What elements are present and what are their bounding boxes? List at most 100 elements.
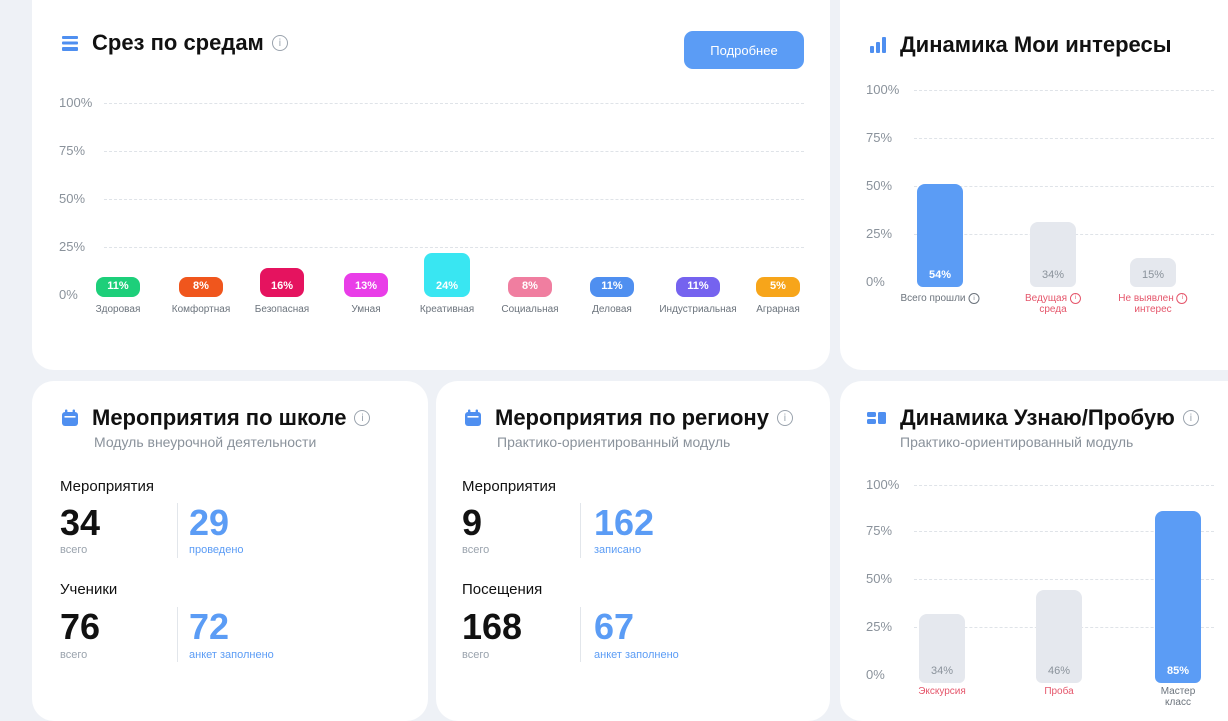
x-tick-label-text-2: среда <box>1039 304 1067 316</box>
sreda-title: Срез по средам i <box>60 30 288 56</box>
info-icon[interactable]: i <box>1070 293 1082 304</box>
interests-title: Динамика Мои интересы <box>868 32 1172 58</box>
x-tick-label-text-2: класс <box>1165 697 1191 708</box>
bar[interactable]: 24% <box>424 253 470 297</box>
y-tick-label: 50% <box>866 178 893 193</box>
y-tick-label: 75% <box>59 143 86 158</box>
x-tick-label-text: Проба <box>1044 686 1074 697</box>
info-icon[interactable]: i <box>271 35 288 51</box>
info-icon[interactable]: i <box>1182 410 1199 426</box>
y-tick-label: 50% <box>866 571 893 586</box>
bar[interactable]: 85% <box>1155 511 1201 683</box>
sreda-title-text: Срез по средам <box>92 30 264 55</box>
bar[interactable]: 15% <box>1130 258 1176 287</box>
school-events-done-cap: проведено <box>189 544 244 556</box>
region-title: Мероприятия по региону i <box>463 405 793 431</box>
bar[interactable]: 8% <box>179 277 223 297</box>
y-tick-label: 25% <box>866 226 893 241</box>
gridline <box>104 103 804 104</box>
info-icon[interactable]: i <box>354 410 371 426</box>
details-button[interactable]: Подробнее <box>684 31 804 69</box>
y-tick-label: 100% <box>866 82 900 97</box>
x-tick-label: Креативная <box>419 304 475 315</box>
bar[interactable]: 11% <box>676 277 720 297</box>
x-tick-label: Всего прошли i <box>901 293 980 304</box>
x-tick-label: Аграрная <box>756 304 800 315</box>
interests-card: Динамика Мои интересы 100% 75% 50% 25% 0% 54%… <box>840 0 1228 370</box>
bar[interactable]: 46% <box>1036 590 1082 683</box>
x-tick-label: Деловая <box>592 304 632 315</box>
x-tick-label: Индустриальная <box>659 304 737 315</box>
region-events-label: Мероприятия <box>462 478 557 495</box>
y-tick-label: 25% <box>866 619 893 634</box>
region-events-total: 9 <box>462 502 483 543</box>
x-tick-label: Проба <box>1044 686 1073 697</box>
bar[interactable]: 13% <box>344 273 388 297</box>
y-tick-label: 100% <box>59 95 93 110</box>
region-title-text: Мероприятия по региону <box>495 405 769 430</box>
gridline <box>914 485 1214 486</box>
x-tick-label-text: Всего прошли <box>900 293 966 305</box>
bar[interactable]: 11% <box>590 277 634 297</box>
learn-card: Динамика Узнаю/Пробую i Практико-ориенти… <box>840 381 1228 721</box>
learn-subtitle: Практико-ориентированный модуль <box>900 434 1134 450</box>
region-events-total-cap: всего <box>462 544 490 556</box>
bar[interactable]: 11% <box>96 277 140 297</box>
x-tick-label: Ведущая i среда <box>1025 293 1082 316</box>
y-tick-label: 100% <box>866 477 900 492</box>
school-students-forms-cap: анкет заполнено <box>189 649 274 661</box>
region-visits-total-cap: всего <box>462 649 490 661</box>
x-tick-label: Безопасная <box>254 304 310 315</box>
school-students-total-cap: всего <box>60 649 88 661</box>
school-title: Мероприятия по школе i <box>60 405 371 431</box>
school-events-total: 34 <box>60 502 101 543</box>
y-tick-label: 0% <box>866 667 885 682</box>
y-tick-label: 0% <box>59 287 78 302</box>
bar[interactable]: 16% <box>260 268 304 297</box>
info-icon[interactable]: i <box>776 410 793 426</box>
x-tick-label: Экскурсия <box>918 686 966 697</box>
bar[interactable]: 34% <box>1030 222 1076 287</box>
school-events-label: Мероприятия <box>60 478 155 495</box>
region-events-reg: 162 <box>594 502 655 543</box>
gridline <box>104 199 804 200</box>
x-tick-label: Умная <box>351 304 381 315</box>
x-tick-label-text-2: интерес <box>1134 304 1172 316</box>
x-tick-label: Мастер класс <box>1161 686 1196 708</box>
x-tick-label-text: Экскурсия <box>918 686 966 697</box>
y-tick-label: 75% <box>866 130 893 145</box>
learn-title: Динамика Узнаю/Пробую i <box>866 405 1199 431</box>
school-subtitle: Модуль внеурочной деятельности <box>94 434 317 450</box>
region-visits-label: Посещения <box>462 581 543 598</box>
bar[interactable]: 8% <box>508 277 552 297</box>
gridline <box>104 151 804 152</box>
y-tick-label: 75% <box>866 523 893 538</box>
x-tick-label: Социальная <box>501 304 559 315</box>
y-tick-label: 25% <box>59 239 86 254</box>
gridline <box>104 247 804 248</box>
bar[interactable]: 54% <box>917 184 963 287</box>
school-events-total-cap: всего <box>60 544 88 556</box>
info-icon[interactable]: i <box>1176 293 1188 304</box>
region-subtitle: Практико-ориентированный модуль <box>497 434 731 450</box>
stack-icon <box>60 33 80 53</box>
divider <box>177 503 178 558</box>
divider <box>580 503 581 558</box>
school-title-text: Мероприятия по школе <box>92 405 347 430</box>
divider <box>580 607 581 662</box>
sreda-card: Срез по средам i Подробнее 100% 75% 50% 25%… <box>32 0 830 370</box>
region-card: Мероприятия по региону i Практико-ориент… <box>436 381 830 721</box>
bar[interactable]: 5% <box>756 277 800 297</box>
x-tick-label-text: Мастер <box>1160 686 1196 697</box>
divider <box>177 607 178 662</box>
region-events-reg-cap: записано <box>594 544 642 556</box>
bar-chart-icon <box>868 35 888 55</box>
school-students-label: Ученики <box>60 581 118 598</box>
bar[interactable]: 34% <box>919 614 965 683</box>
calendar-icon <box>60 408 80 428</box>
interests-title-text: Динамика Мои интересы <box>900 32 1172 57</box>
calendar-icon <box>463 408 483 428</box>
learn-title-text: Динамика Узнаю/Пробую <box>900 405 1175 430</box>
region-visits-forms: 67 <box>594 606 635 647</box>
info-icon[interactable]: i <box>968 293 980 304</box>
